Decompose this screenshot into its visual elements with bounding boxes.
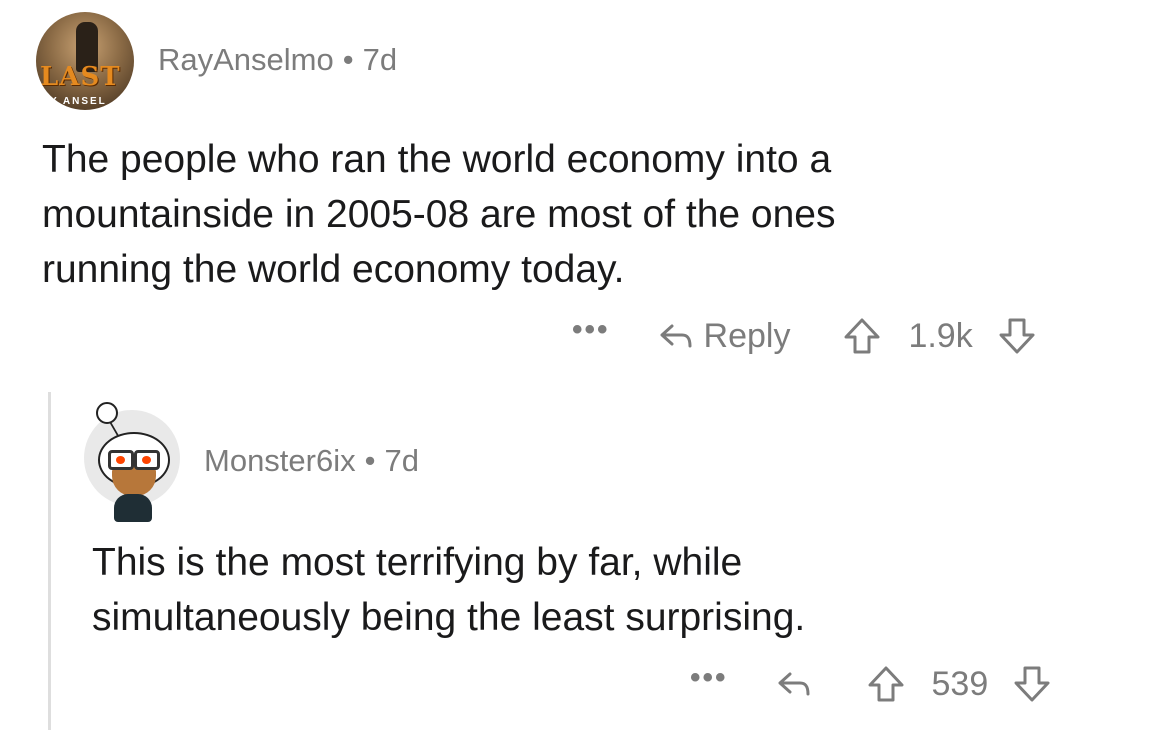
comment-actions: ••• Reply 1.9k: [572, 313, 1037, 358]
downvote-arrow-icon[interactable]: [1012, 664, 1052, 704]
comment-actions: ••• 539: [690, 661, 1052, 706]
user-avatar[interactable]: [84, 402, 180, 522]
snoo-beard: [112, 466, 156, 496]
reply-button[interactable]: [774, 664, 814, 704]
upvote-arrow-icon[interactable]: [842, 316, 882, 356]
avatar-sub-text: Y ANSEL: [50, 96, 107, 107]
comment-header: RayAnselmo • 7d: [158, 42, 397, 78]
comment-age: 7d: [362, 42, 398, 77]
reply-button[interactable]: Reply: [656, 316, 791, 356]
comment-body: The people who ran the world economy int…: [42, 132, 836, 297]
comment-body-line: This is the most terrifying by far, whil…: [92, 541, 743, 584]
username-link[interactable]: RayAnselmo: [158, 42, 334, 77]
separator-dot: •: [342, 42, 354, 77]
user-avatar[interactable]: LAST Y ANSEL: [36, 12, 134, 110]
comment-monster6ix: Monster6ix • 7d This is the most terrifyin…: [0, 380, 1170, 730]
comment-body-line: The people who ran the world economy int…: [42, 138, 832, 181]
more-options-button[interactable]: •••: [690, 661, 728, 695]
reply-arrow-icon: [656, 316, 696, 356]
snoo-body: [114, 494, 152, 522]
comment-body: This is the most terrifying by far, whil…: [92, 535, 805, 645]
snoo-glasses: [108, 450, 160, 470]
comment-body-line: simultaneously being the least surprisin…: [92, 596, 806, 639]
upvote-arrow-icon[interactable]: [866, 664, 906, 704]
username-link[interactable]: Monster6ix: [204, 443, 356, 478]
downvote-arrow-icon[interactable]: [997, 316, 1037, 356]
vote-score: 539: [931, 664, 989, 703]
comment-header: Monster6ix • 7d: [204, 443, 419, 479]
reply-arrow-icon: [774, 664, 814, 704]
vote-score: 1.9k: [908, 316, 973, 355]
comment-body-line: running the world economy today.: [42, 248, 625, 291]
comment-body-line: mountainside in 2005-08 are most of the …: [42, 193, 836, 236]
snoo-antenna: [96, 402, 118, 424]
reply-label: Reply: [703, 316, 791, 355]
comment-age: 7d: [384, 443, 419, 478]
separator-dot: •: [364, 443, 376, 478]
avatar-logo-text: LAST: [40, 62, 121, 92]
comment-rayanselmo: LAST Y ANSEL RayAnselmo • 7d The people wh…: [0, 0, 1170, 380]
more-options-button[interactable]: •••: [572, 313, 610, 347]
